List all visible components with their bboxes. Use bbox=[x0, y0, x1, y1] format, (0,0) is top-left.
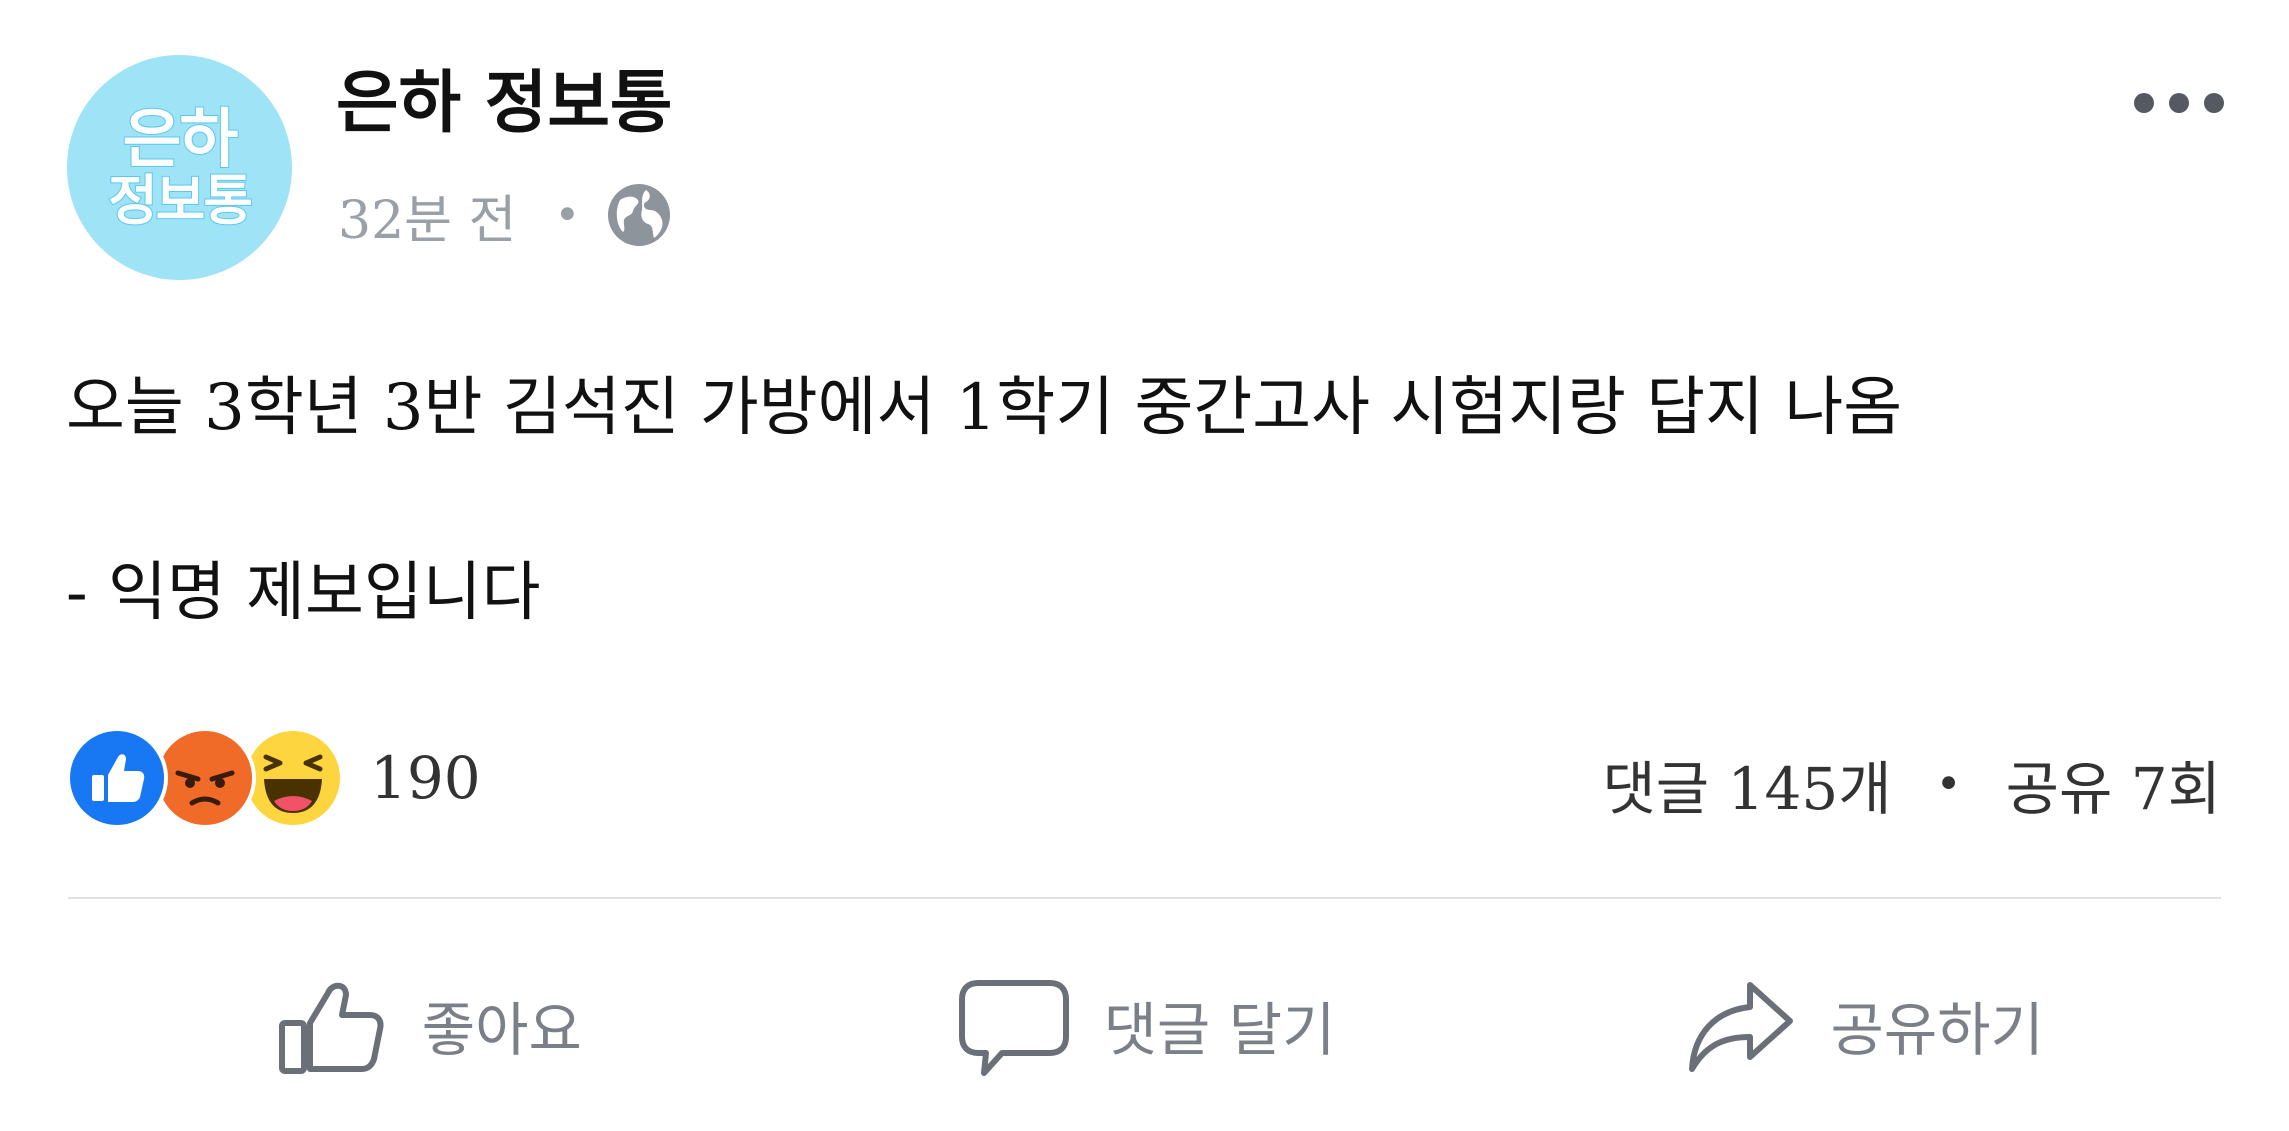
share-arrow-icon bbox=[1689, 982, 1794, 1072]
more-options-icon[interactable] bbox=[2129, 88, 2229, 118]
like-button-label: 좋아요 bbox=[421, 996, 582, 1064]
page-name-link[interactable]: 은하 정보통 bbox=[336, 70, 672, 138]
avatar-text-line1: 은하 bbox=[122, 102, 240, 177]
post-meta: 32분 전 • bbox=[338, 178, 672, 253]
like-button[interactable]: 좋아요 bbox=[68, 960, 786, 1090]
post-text-line1: 오늘 3학년 3반 김석진 가방에서 1학기 중간고사 시험지랑 답지 나옴 bbox=[66, 371, 1903, 445]
thumbs-up-icon bbox=[278, 982, 384, 1074]
reactions-summary[interactable]: 190 bbox=[66, 727, 481, 829]
share-button[interactable]: 공유하기 bbox=[1503, 960, 2221, 1090]
comment-count-link[interactable]: 댓글 145개 bbox=[1602, 742, 1891, 826]
meta-separator: • bbox=[554, 189, 581, 241]
stats-separator: • bbox=[1935, 758, 1962, 810]
comment-button[interactable]: 댓글 달기 bbox=[786, 960, 1504, 1090]
reaction-count: 190 bbox=[370, 744, 481, 812]
post-actions: 좋아요 댓글 달기 공유하기 bbox=[68, 960, 2221, 1090]
like-reaction-icon bbox=[66, 727, 168, 829]
post-timestamp[interactable]: 32분 전 bbox=[338, 178, 516, 253]
share-button-label: 공유하기 bbox=[1830, 996, 2044, 1064]
post-text-line2: - 익명 제보입니다 bbox=[66, 556, 541, 630]
actions-divider bbox=[68, 897, 2221, 899]
avatar-text-line2: 정보통 bbox=[107, 168, 254, 232]
page-avatar[interactable]: 은하 정보통 bbox=[67, 55, 292, 280]
post-stats: 댓글 145개 • 공유 7회 bbox=[1602, 742, 2221, 826]
comment-button-label: 댓글 달기 bbox=[1103, 996, 1336, 1064]
haha-reaction-icon bbox=[242, 727, 344, 829]
share-count-link[interactable]: 공유 7회 bbox=[2006, 742, 2221, 826]
globe-icon[interactable] bbox=[606, 182, 672, 248]
angry-reaction-icon bbox=[154, 727, 256, 829]
speech-bubble-icon bbox=[958, 980, 1069, 1076]
